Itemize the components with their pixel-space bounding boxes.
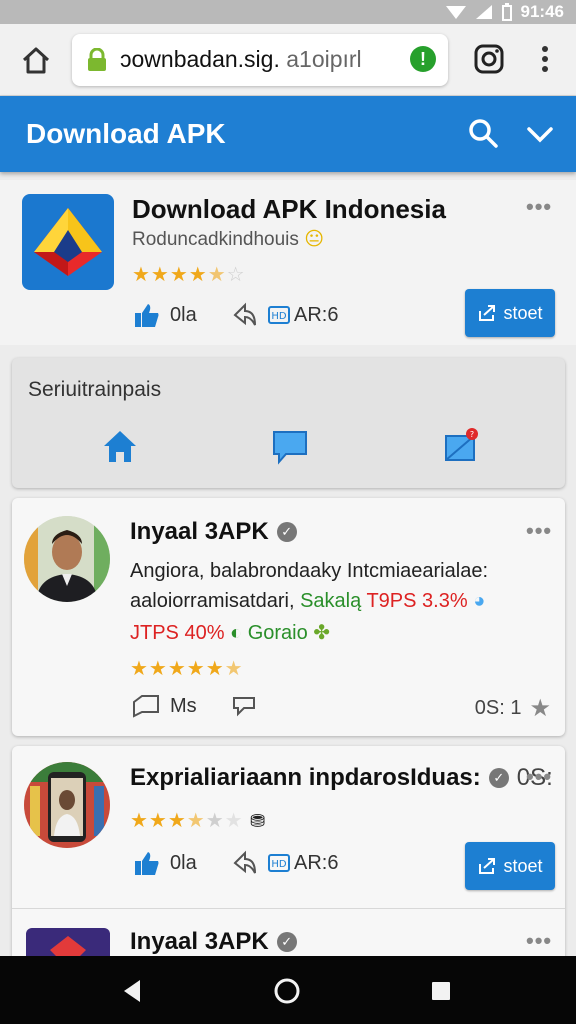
camera-icon[interactable] xyxy=(472,42,506,76)
tag-green: Sakalą xyxy=(300,590,362,612)
status-bar: 91:46 xyxy=(0,0,576,24)
install-button[interactable]: stoet xyxy=(465,842,555,890)
svg-text:HD: HD xyxy=(271,311,287,322)
home-button-icon[interactable] xyxy=(272,976,302,1006)
share-icon xyxy=(233,850,256,874)
verified-icon: ✓ xyxy=(276,522,297,542)
share-icon xyxy=(233,302,256,326)
percent-value: JTPS 40% xyxy=(130,622,225,644)
back-icon[interactable] xyxy=(118,976,148,1006)
quick-nav-label: Seriuitrainpais xyxy=(28,378,162,401)
leaf-icon: ◐ xyxy=(230,622,243,644)
app-developer: Roduncadkindhouis 😐 xyxy=(132,228,324,251)
quick-nav-card: Seriuitrainpais ? xyxy=(12,358,565,488)
share-label: AR:6 xyxy=(294,303,339,326)
globe-icon: ◕ xyxy=(473,590,486,612)
svg-text:HD: HD xyxy=(271,859,287,870)
tag-red: T9PS xyxy=(366,590,417,612)
thumbs-up-icon xyxy=(135,304,159,327)
browser-toolbar: ɔownbadan.sig. a1oipırl ! xyxy=(0,24,576,96)
system-nav-bar xyxy=(0,956,576,1024)
more-options-icon[interactable]: ••• xyxy=(526,194,552,220)
emoji-icon: 😐 xyxy=(304,229,324,250)
percent-value: 3.3% xyxy=(422,590,468,612)
reply-icon[interactable] xyxy=(230,694,258,718)
more-options-icon[interactable]: ••• xyxy=(526,764,552,790)
chevron-down-icon[interactable] xyxy=(524,118,556,150)
address-bar[interactable]: ɔownbadan.sig. a1oipırl ! xyxy=(72,34,448,86)
score-stat: 0S: 1 ★ xyxy=(475,694,551,723)
post-body-text: aaloiorramisatdari, xyxy=(130,590,295,612)
comment-icon xyxy=(133,695,159,718)
url-domain: ɔownbadan.sig. xyxy=(120,46,280,72)
recents-icon[interactable] xyxy=(426,976,456,1006)
comment-stat[interactable]: Ms xyxy=(132,694,197,718)
post-body-line: aaloiorramisatdari, Sakalą T9PS 3.3% ◕ xyxy=(130,590,485,613)
post-title[interactable]: Inyaal 3APK ✓ xyxy=(130,928,297,956)
notification-icon[interactable]: ? xyxy=(442,426,482,466)
like-stat[interactable]: 0la xyxy=(134,850,197,876)
app-logo xyxy=(22,194,114,290)
site-lock-icon xyxy=(88,48,106,71)
tag-green: Goraio xyxy=(247,622,308,644)
post-title-text: Inyaal 3APK xyxy=(130,518,269,545)
like-count: 0la xyxy=(170,303,197,326)
hd-icon: HD xyxy=(268,306,290,324)
more-options-icon[interactable]: ••• xyxy=(526,928,552,954)
badge-icon: ⛃ xyxy=(250,811,267,831)
security-status-badge[interactable]: ! xyxy=(410,46,436,72)
thumbs-up-icon xyxy=(135,852,159,875)
rating-stars: ★★★★★★ ⛃ xyxy=(130,810,267,832)
developer-name: Roduncadkindhouis xyxy=(132,229,299,250)
verified-icon: ✓ xyxy=(488,768,509,788)
app-title: Download APK xyxy=(26,118,226,149)
post-title[interactable]: Inyaal 3APK ✓ xyxy=(130,518,297,546)
post-body-line: JTPS 40% ◐ Goraio ✤ xyxy=(130,620,330,645)
post-card[interactable]: Inyaal 3APK ✓ ••• Angiora, balabrondaaky … xyxy=(12,498,565,736)
avatar[interactable] xyxy=(24,516,110,602)
url-path: a1oipırl xyxy=(279,46,362,72)
home-icon[interactable] xyxy=(18,42,54,78)
search-icon[interactable] xyxy=(466,116,500,150)
svg-text:?: ? xyxy=(470,430,474,439)
comment-label: Ms xyxy=(170,694,197,717)
open-external-icon xyxy=(479,305,496,321)
post-title[interactable]: Exprialiariaann inpdarosIduas: ✓ 0S: xyxy=(130,764,553,792)
menu-kebab-icon[interactable] xyxy=(536,42,554,76)
app-bar: Download APK xyxy=(0,96,576,172)
score-value: 0S: 1 xyxy=(474,697,522,719)
url-text[interactable]: ɔownbadan.sig. a1oipırl xyxy=(120,46,404,73)
wifi-icon xyxy=(445,6,466,19)
like-stat[interactable]: 0la xyxy=(134,302,197,328)
hd-icon: HD xyxy=(268,854,290,872)
signal-icon xyxy=(475,5,492,19)
plant-icon: ✤ xyxy=(313,622,331,644)
chat-icon[interactable] xyxy=(270,426,310,466)
share-stat[interactable]: HD AR:6 xyxy=(232,850,338,876)
post-body-line: Angiora, balabrondaaky Intcmiaearialae: xyxy=(130,560,488,582)
share-stat[interactable]: HD AR:6 xyxy=(232,302,338,328)
clock: 91:46 xyxy=(520,2,564,21)
avatar[interactable] xyxy=(24,762,110,848)
share-label: AR:6 xyxy=(294,851,339,874)
post-title-text: Exprialiariaann inpdarosIduas: xyxy=(130,764,481,791)
rating-stars: ★★★★★☆ xyxy=(132,264,246,286)
rating-stars: ★★★★★★ xyxy=(130,658,244,680)
verified-icon: ✓ xyxy=(276,932,297,952)
install-button[interactable]: stoet xyxy=(465,289,555,337)
install-button-label: stoet xyxy=(503,302,543,323)
post-title-text: Inyaal 3APK xyxy=(130,928,269,955)
install-button-label: stoet xyxy=(503,855,543,876)
more-options-icon[interactable]: ••• xyxy=(526,518,552,544)
like-count: 0la xyxy=(170,851,197,874)
app-name[interactable]: Download APK Indonesia xyxy=(132,194,446,225)
home-icon[interactable] xyxy=(100,426,140,466)
battery-icon xyxy=(501,3,512,21)
open-external-icon xyxy=(479,858,496,874)
divider xyxy=(12,908,565,909)
star-icon[interactable]: ★ xyxy=(529,694,551,723)
featured-app-card[interactable]: Download APK Indonesia Roduncadkindhouis… xyxy=(0,180,576,345)
